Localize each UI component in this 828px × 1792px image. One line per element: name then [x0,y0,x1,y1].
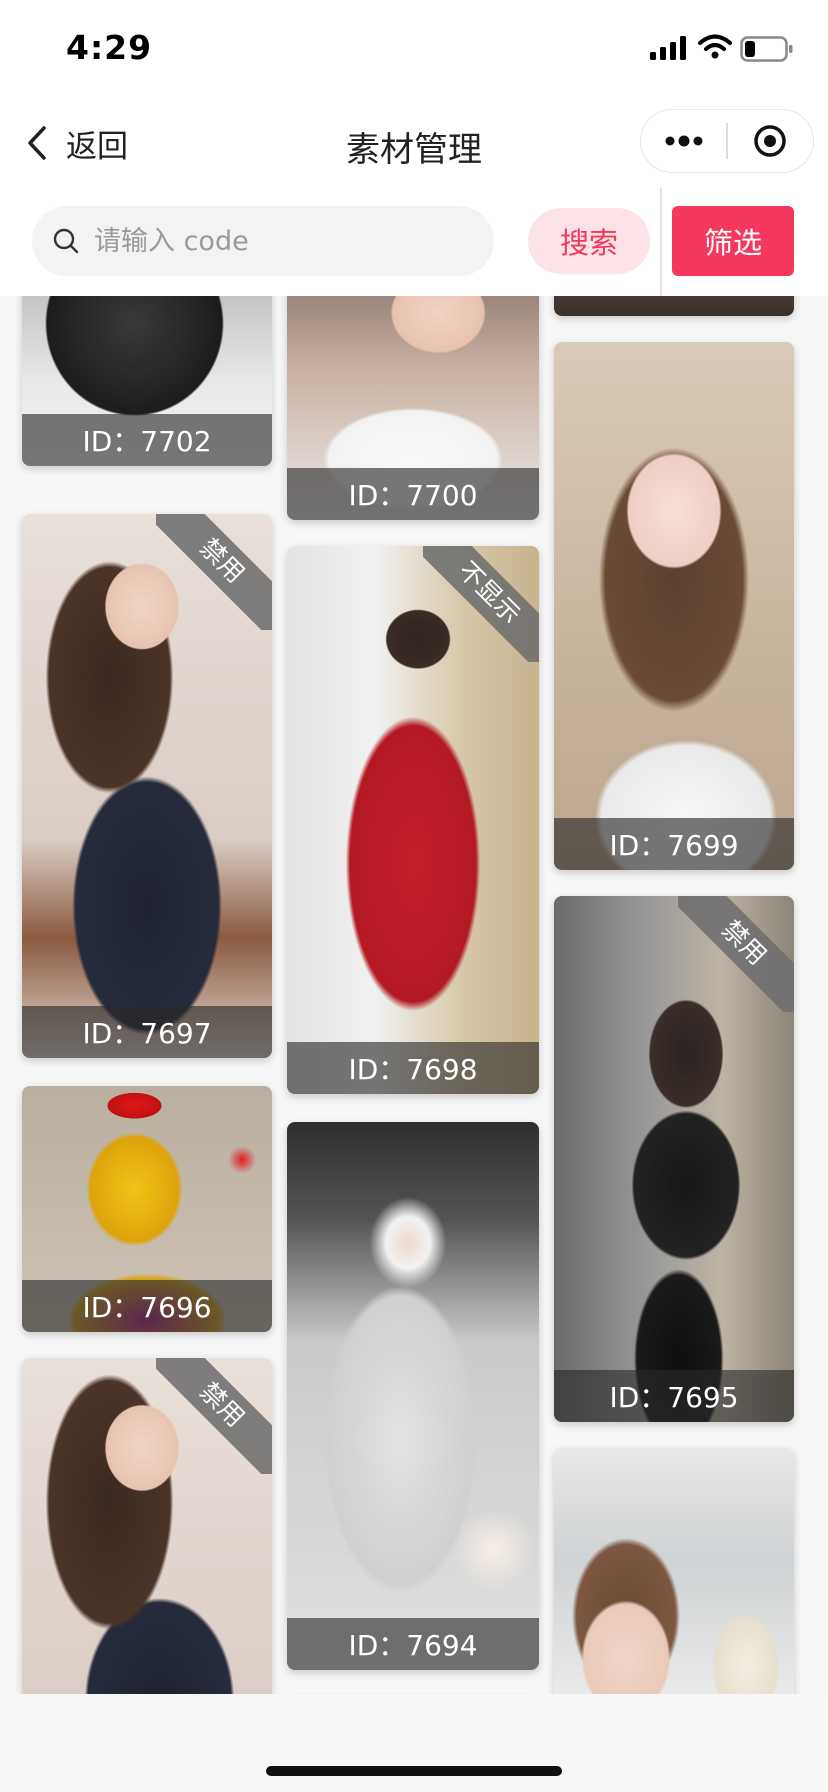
divider [660,188,662,298]
material-card[interactable]: 不显示 ID：7698 [287,546,539,1094]
home-indicator[interactable] [266,1766,562,1776]
material-card[interactable]: 禁用 ID：7695 [554,896,794,1422]
status-badge: 不显示 [423,546,539,662]
status-time: 4:29 [66,28,153,67]
search-input[interactable] [94,225,454,257]
chevron-left-icon [28,126,46,160]
nav-bar: 返回 素材管理 [0,100,828,188]
material-id-label: ID：7702 [22,414,272,466]
material-card[interactable] [554,296,794,316]
material-id-label: ID：7699 [554,818,794,870]
material-id-label: ID：7695 [554,1370,794,1422]
material-card[interactable]: 禁用 [22,1358,272,1694]
status-bar: 4:29 [0,0,828,100]
material-id-label: ID：7698 [287,1042,539,1094]
material-photo [554,296,794,316]
target-circle-icon [754,125,787,157]
material-id-label: ID：7700 [287,468,539,520]
screen: 4:29 返回 素材管理 请输入 code 搜索 筛选 ID：7702 禁用 I… [0,0,828,1792]
close-button[interactable] [728,110,813,172]
back-button[interactable]: 返回 [26,118,128,168]
material-card[interactable] [554,1448,794,1694]
back-label: 返回 [66,128,128,165]
material-card[interactable]: ID：7694 [287,1122,539,1670]
mini-program-capsule [640,109,814,173]
material-photo [554,1448,794,1694]
cellular-signal-icon [650,36,686,60]
material-card[interactable]: ID：7696 [22,1086,272,1332]
status-ribbon: 禁用 [156,1358,272,1474]
material-id-label: ID：7694 [287,1618,539,1670]
material-card[interactable]: ID：7700 [287,296,539,520]
more-dots-icon [665,135,703,147]
wifi-icon [698,34,732,59]
filter-button[interactable]: 筛选 [672,206,794,276]
material-photo [554,342,794,870]
more-button[interactable] [641,110,726,172]
status-badge: 禁用 [678,896,794,1012]
status-badge: 禁用 [156,514,272,630]
search-button[interactable]: 搜索 [528,208,650,274]
material-gallery[interactable]: ID：7702 禁用 ID：7697 ID：7696 禁用 ID：7700 不显… [0,296,828,1694]
bottom-area [0,1694,828,1792]
search-area: 搜索 筛选 [0,188,828,298]
material-card[interactable]: ID：7699 [554,342,794,870]
material-id-label: ID：7697 [22,1006,272,1058]
status-ribbon: 禁用 [678,896,794,1012]
material-card[interactable]: 禁用 ID：7697 [22,514,272,1058]
material-photo [287,1122,539,1670]
search-box[interactable] [32,206,494,276]
material-id-label: ID：7696 [22,1280,272,1332]
status-ribbon: 不显示 [423,546,539,662]
search-icon [53,228,79,254]
battery-icon [740,36,793,62]
material-card[interactable]: ID：7702 [22,296,272,466]
status-ribbon: 禁用 [156,514,272,630]
status-badge: 禁用 [156,1358,272,1474]
